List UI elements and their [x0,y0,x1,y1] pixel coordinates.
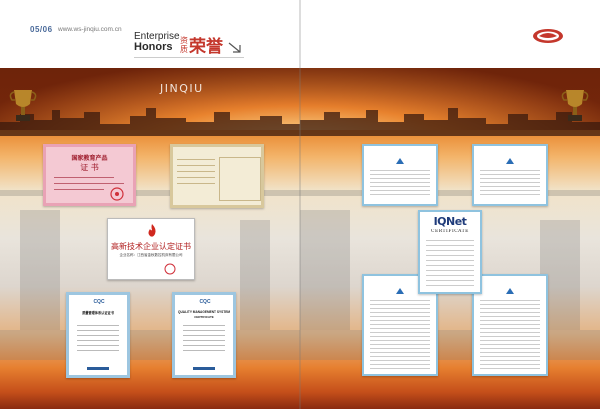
cert-mark-icon [506,288,515,294]
trophy-icon [561,90,589,121]
certificate-subtitle: CERTIFICATE [194,315,214,319]
certificate-text-lines [480,170,540,198]
registration-certificate [170,144,264,208]
iso-certificate-2 [472,144,548,206]
company-logo [533,29,563,43]
iso-certificate-4 [472,274,548,376]
certificate-text-lines [370,300,430,372]
certificate-text-lines [183,325,225,355]
certificate-heading: 证 书 [80,163,99,172]
iqnet-logo: IQNet [433,215,467,228]
certificate-title: 国家教育产品 [71,156,108,162]
arrow-icon [228,42,241,53]
section-title-zh-small: 资质 [180,36,188,54]
high-tech-enterprise-certificate: 高新技术企业认定证书 企业名称：江西省金秋数控机床有限公司 [107,218,195,280]
section-title-english: Enterprise Honors [134,32,180,53]
certificate-footer-bar [87,367,109,370]
iqnet-certificate: IQNet CERTIFICATE [418,210,482,294]
jinqiu-watermark: JINQIU [160,82,204,95]
certificate-table [219,157,261,201]
certificate-title: QUALITY MANAGEMENT SYSTEM [177,310,230,314]
cqc-quality-certificate-en: CQC QUALITY MANAGEMENT SYSTEM CERTIFICAT… [172,292,236,378]
certificate-text-lines [77,325,119,355]
cert-mark-icon [396,288,405,294]
text-line [54,177,114,178]
iso-certificate-1 [362,144,438,206]
certificate-title: 质量管理体系认证证书 [82,311,114,315]
text-line [54,183,124,184]
cqc-logo: CQC [199,299,211,305]
page-spine [299,0,301,409]
red-seal-icon [110,187,124,201]
cert-mark-icon [396,158,405,164]
cqc-logo: CQC [93,299,105,305]
text-line [54,189,104,190]
certificate-text-block [177,159,215,189]
cqc-quality-certificate-cn: CQC 质量管理体系认证证书 [66,292,130,378]
certificate-text-lines [426,240,474,290]
website-url[interactable]: www.ws-jinqiu.com.cn [58,26,122,33]
red-seal-icon [164,263,176,275]
title-en-line2: Honors [134,41,173,53]
certificate-text-lines [480,300,540,372]
certificate-title: CERTIFICATE [431,229,469,234]
certificate-footer-bar [193,367,215,370]
flame-logo-icon [148,224,156,237]
certificate-subtitle: 企业名称：江西省金秋数控机床有限公司 [119,253,183,257]
national-education-certificate: 国家教育产品 证 书 [43,144,136,206]
section-title-zh: 荣誉 [189,37,223,57]
cert-mark-icon [506,158,515,164]
certificate-text-lines [370,170,430,198]
title-divider [134,57,244,58]
certificate-title: 高新技术企业认定证书 [111,242,191,251]
trophy-icon [9,90,37,121]
page-numbers: 05/06 [30,25,53,34]
